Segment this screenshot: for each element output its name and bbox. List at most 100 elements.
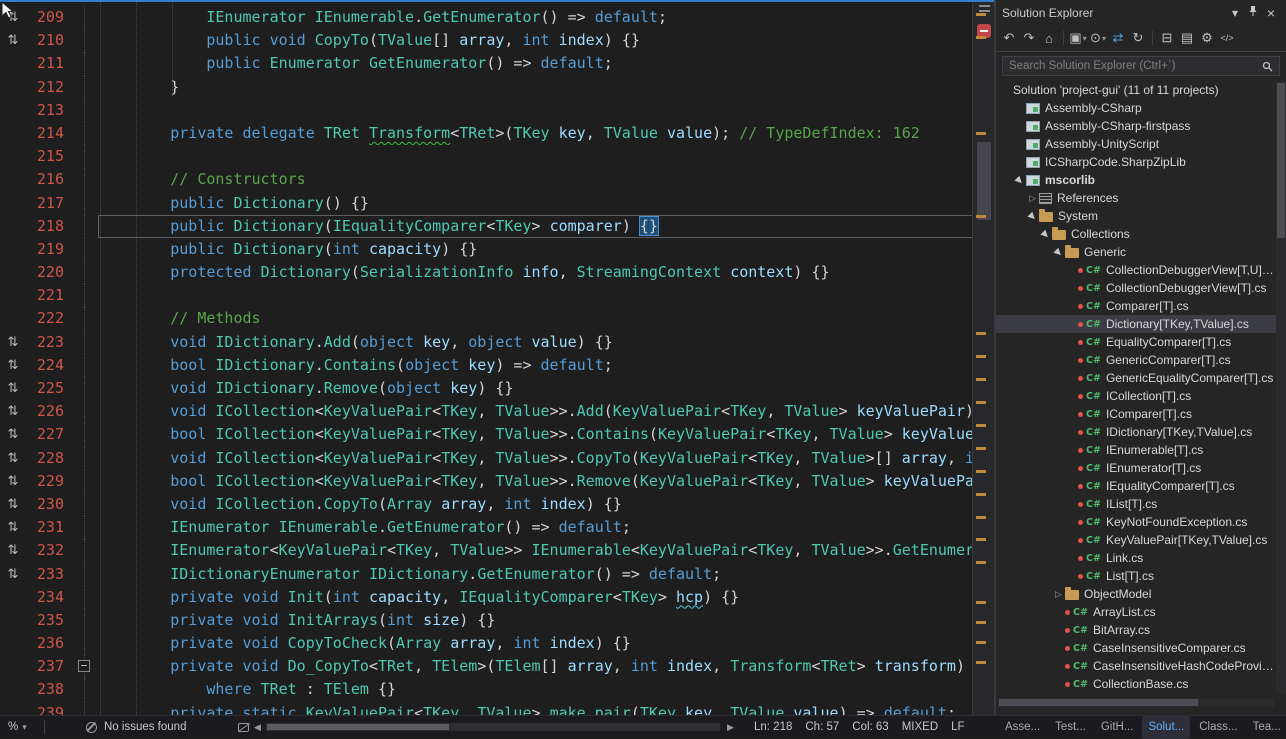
code-line[interactable]: 238 where TRet : TElem {} bbox=[0, 678, 994, 701]
tree-item[interactable]: C#IEnumerable[T].cs bbox=[996, 441, 1276, 459]
tree-item[interactable]: ▶Collections bbox=[996, 225, 1276, 243]
panel-tab[interactable]: Asse... bbox=[999, 716, 1046, 739]
expander-closed-icon[interactable]: ▷ bbox=[1052, 589, 1065, 600]
expander-closed-icon[interactable]: ▷ bbox=[1026, 193, 1039, 204]
reference-arrows-icon[interactable]: ⇅ bbox=[0, 354, 26, 377]
tree-item[interactable]: Assembly-UnityScript bbox=[996, 135, 1276, 153]
code-line[interactable]: 239 private static KeyValuePair<TKey, TV… bbox=[0, 702, 994, 715]
reference-arrows-icon[interactable]: ⇅ bbox=[0, 563, 26, 586]
chevron-down-icon[interactable]: ▾ bbox=[22, 717, 27, 738]
panel-tab[interactable]: Test... bbox=[1049, 716, 1092, 739]
tree-item[interactable]: C#IComparer[T].cs bbox=[996, 405, 1276, 423]
view-code-icon[interactable]: </> bbox=[1218, 29, 1236, 47]
properties-icon[interactable]: ⚙ bbox=[1198, 29, 1216, 47]
panel-tab[interactable]: Tea... bbox=[1247, 716, 1286, 739]
reference-arrows-icon[interactable]: ⇅ bbox=[0, 470, 26, 493]
code-line[interactable]: ⇅233 IDictionaryEnumerator IDictionary.G… bbox=[0, 563, 994, 586]
code-line[interactable]: 213 bbox=[0, 99, 994, 122]
tree-item[interactable]: Assembly-CSharp-firstpass bbox=[996, 117, 1276, 135]
scroll-right-arrow[interactable]: ▶ bbox=[727, 716, 734, 738]
zoom-control[interactable]: % ▾ bbox=[8, 716, 27, 738]
show-all-files-icon[interactable]: ▤ bbox=[1178, 29, 1196, 47]
code-line[interactable]: ⇅232 IEnumerator<KeyValuePair<TKey, TVal… bbox=[0, 539, 994, 562]
tree-item[interactable]: C#Link.cs bbox=[996, 549, 1276, 567]
sync-with-active-document-icon[interactable]: ⇄ bbox=[1109, 29, 1127, 47]
tree-item[interactable]: C#CollectionDebuggerView[T].cs bbox=[996, 279, 1276, 297]
collapse-all-icon[interactable]: ⊟ bbox=[1158, 29, 1176, 47]
window-menu-chevron-icon[interactable]: ▾ bbox=[1226, 6, 1244, 20]
tree-item[interactable]: C#CaseInsensitiveHashCodeProvider.cs bbox=[996, 657, 1276, 675]
code-line[interactable]: 218 public Dictionary(IEqualityComparer<… bbox=[0, 215, 994, 238]
code-line[interactable]: 220 protected Dictionary(SerializationIn… bbox=[0, 261, 994, 284]
tree-item[interactable]: C#ArrayList.cs bbox=[996, 603, 1276, 621]
scrollbar-thumb[interactable] bbox=[999, 699, 1198, 706]
notifications-muted-icon[interactable] bbox=[238, 716, 249, 738]
reference-arrows-icon[interactable]: ⇅ bbox=[0, 331, 26, 354]
tree-item[interactable]: C#GenericEqualityComparer[T].cs bbox=[996, 369, 1276, 387]
search-icon[interactable] bbox=[1262, 61, 1273, 72]
pin-icon[interactable] bbox=[1244, 5, 1262, 20]
tree-vertical-scrollbar[interactable] bbox=[1276, 81, 1286, 693]
code-line[interactable]: 214 private delegate TRet Transform<TRet… bbox=[0, 122, 994, 145]
code-line[interactable]: ⇅227 bool ICollection<KeyValuePair<TKey,… bbox=[0, 423, 994, 446]
code-line[interactable]: 236 private void CopyToCheck(Array array… bbox=[0, 632, 994, 655]
tree-item[interactable]: ▶mscorlib bbox=[996, 171, 1276, 189]
panel-tab[interactable]: Class... bbox=[1193, 716, 1243, 739]
tree-item[interactable]: ▷ObjectModel bbox=[996, 585, 1276, 603]
tree-item[interactable]: Solution 'project-gui' (11 of 11 project… bbox=[996, 81, 1276, 99]
editor-vertical-scrollbar[interactable] bbox=[972, 0, 994, 715]
code-line[interactable]: 219 public Dictionary(int capacity) {} bbox=[0, 238, 994, 261]
scrollbar-thumb[interactable] bbox=[267, 724, 449, 730]
code-line[interactable]: 234 private void Init(int capacity, IEqu… bbox=[0, 586, 994, 609]
code-line[interactable]: ⇅210 public void CopyTo(TValue[] array, … bbox=[0, 29, 994, 52]
reference-arrows-icon[interactable]: ⇅ bbox=[0, 516, 26, 539]
search-input[interactable]: Search Solution Explorer (Ctrl+`) bbox=[1002, 56, 1280, 76]
tree-item[interactable]: C#Dictionary[TKey,TValue].cs bbox=[996, 315, 1276, 333]
reference-arrows-icon[interactable]: ⇅ bbox=[0, 539, 26, 562]
code-line[interactable]: 216 // Constructors bbox=[0, 168, 994, 191]
close-icon[interactable]: × bbox=[1262, 5, 1280, 21]
tree-item[interactable]: C#Comparer[T].cs bbox=[996, 297, 1276, 315]
panel-tab[interactable]: Solut... bbox=[1142, 716, 1190, 739]
fold-collapse-icon[interactable]: − bbox=[78, 660, 90, 672]
code-line[interactable]: 212 } bbox=[0, 76, 994, 99]
code-line[interactable]: ⇅226 void ICollection<KeyValuePair<TKey,… bbox=[0, 400, 994, 423]
scrollbar-thumb[interactable] bbox=[977, 142, 991, 220]
code-line[interactable]: ⇅223 void IDictionary.Add(object key, ob… bbox=[0, 331, 994, 354]
tree-item[interactable]: C#IDictionary[TKey,TValue].cs bbox=[996, 423, 1276, 441]
document-health-indicator[interactable]: No issues found bbox=[86, 716, 186, 738]
code-line[interactable]: ⇅224 bool IDictionary.Contains(object ke… bbox=[0, 354, 994, 377]
tree-item[interactable]: Assembly-CSharp bbox=[996, 99, 1276, 117]
reference-arrows-icon[interactable]: ⇅ bbox=[0, 400, 26, 423]
panel-tab[interactable]: GitH... bbox=[1095, 716, 1140, 739]
tree-item[interactable]: C#ICollection[T].cs bbox=[996, 387, 1276, 405]
tree-item[interactable]: ▶System bbox=[996, 207, 1276, 225]
code-line[interactable]: 235 private void InitArrays(int size) {} bbox=[0, 609, 994, 632]
code-editor[interactable]: ⇅209 IEnumerator IEnumerable.GetEnumerat… bbox=[0, 0, 994, 715]
editor-horizontal-scrollbar[interactable] bbox=[266, 723, 720, 731]
tree-item[interactable]: C#CollectionDebuggerView[T,U].cs bbox=[996, 261, 1276, 279]
tree-item[interactable]: C#IEqualityComparer[T].cs bbox=[996, 477, 1276, 495]
code-line[interactable]: ⇅228 void ICollection<KeyValuePair<TKey,… bbox=[0, 447, 994, 470]
scroll-left-arrow[interactable]: ◀ bbox=[254, 716, 261, 738]
tree-item[interactable]: C#KeyValuePair[TKey,TValue].cs bbox=[996, 531, 1276, 549]
back-icon[interactable]: ↶ bbox=[1000, 29, 1018, 47]
tree-item[interactable]: C#KeyNotFoundException.cs bbox=[996, 513, 1276, 531]
tree-item[interactable]: C#CaseInsensitiveComparer.cs bbox=[996, 639, 1276, 657]
tree-item[interactable]: C#BitArray.cs bbox=[996, 621, 1276, 639]
tree-item[interactable]: C#GenericComparer[T].cs bbox=[996, 351, 1276, 369]
switch-views-icon[interactable]: ▣▾ bbox=[1069, 29, 1087, 47]
code-line[interactable]: ⇅231 IEnumerator IEnumerable.GetEnumerat… bbox=[0, 516, 994, 539]
forward-icon[interactable]: ↷ bbox=[1020, 29, 1038, 47]
tree-item[interactable]: ▶Generic bbox=[996, 243, 1276, 261]
reference-arrows-icon[interactable]: ⇅ bbox=[0, 447, 26, 470]
tree-item[interactable]: C#EqualityComparer[T].cs bbox=[996, 333, 1276, 351]
tree-item[interactable]: ▷References bbox=[996, 189, 1276, 207]
code-line[interactable]: 221 bbox=[0, 284, 994, 307]
code-line[interactable]: ⇅229 bool ICollection<KeyValuePair<TKey,… bbox=[0, 470, 994, 493]
reference-arrows-icon[interactable]: ⇅ bbox=[0, 423, 26, 446]
tree-item[interactable]: C#CollectionBase.cs bbox=[996, 675, 1276, 693]
tree-horizontal-scrollbar[interactable] bbox=[998, 698, 1274, 707]
code-line[interactable]: 215 bbox=[0, 145, 994, 168]
code-line[interactable]: ⇅230 void ICollection.CopyTo(Array array… bbox=[0, 493, 994, 516]
